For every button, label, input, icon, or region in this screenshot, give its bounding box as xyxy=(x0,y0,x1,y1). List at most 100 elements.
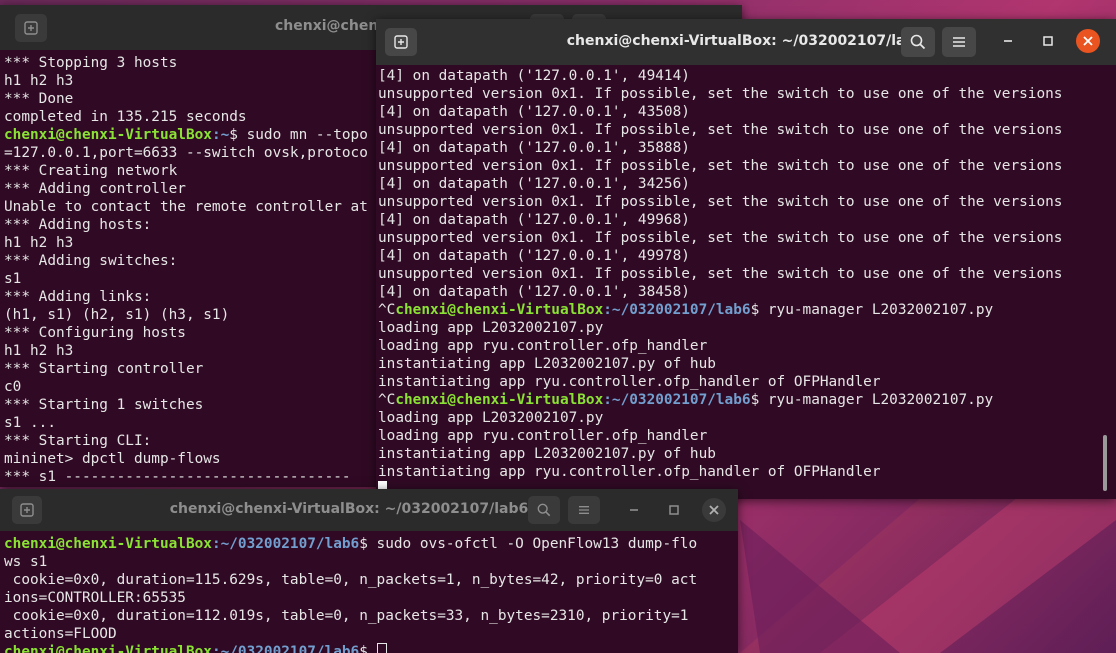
terminal-line: cookie=0x0, duration=112.019s, table=0, … xyxy=(4,607,738,625)
output-text: *** Creating network xyxy=(4,163,178,179)
prompt-user-host: chenxi@chenxi-VirtualBox xyxy=(4,644,212,653)
terminal-line: loading app L2032002107.py xyxy=(378,319,1116,337)
titlebar[interactable]: chenxi@chenxi-VirtualBox: ~/032002107/la… xyxy=(376,19,1116,65)
output-text: loading app ryu.controller.ofp_handler xyxy=(378,338,708,354)
prompt-user-host: chenxi@chenxi-VirtualBox xyxy=(395,302,604,318)
output-text: mininet> dpctl dump-flows xyxy=(4,451,221,467)
terminal-line: unsupported version 0x1. If possible, se… xyxy=(378,229,1116,247)
output-text: unsupported version 0x1. If possible, se… xyxy=(378,158,1063,174)
output-text: *** Starting 1 switches xyxy=(4,397,204,413)
new-tab-button[interactable] xyxy=(12,496,42,524)
output-text: loading app ryu.controller.ofp_handler xyxy=(378,428,708,444)
new-tab-icon xyxy=(20,503,34,517)
search-button[interactable] xyxy=(901,27,935,57)
output-text: *** Adding switches: xyxy=(4,253,178,269)
output-text: c0 xyxy=(4,379,22,395)
menu-button[interactable] xyxy=(568,496,600,524)
output-text: *** Adding hosts: xyxy=(4,217,152,233)
new-tab-icon xyxy=(394,35,408,49)
terminal-line: loading app ryu.controller.ofp_handler xyxy=(378,427,1116,445)
output-text: [4] on datapath ('127.0.0.1', 43508) xyxy=(378,104,690,120)
minimize-icon xyxy=(630,509,638,511)
output-text: (h1, s1) (h2, s1) (h3, s1) xyxy=(4,307,230,323)
terminal-line: [4] on datapath ('127.0.0.1', 43508) xyxy=(378,103,1116,121)
terminal-output[interactable]: chenxi@chenxi-VirtualBox:~/032002107/lab… xyxy=(4,535,738,653)
minimize-icon xyxy=(1004,40,1012,42)
output-text: *** s1 --------------------------------- xyxy=(4,469,351,485)
prompt-path: :~/032002107/lab6 xyxy=(603,302,751,318)
terminal-line: unsupported version 0x1. If possible, se… xyxy=(378,157,1116,175)
output-text: *** Adding links: xyxy=(4,289,152,305)
output-text: unsupported version 0x1. If possible, se… xyxy=(378,194,1063,210)
output-text: [4] on datapath ('127.0.0.1', 34256) xyxy=(378,176,690,192)
terminal-line: cookie=0x0, duration=115.629s, table=0, … xyxy=(4,571,738,589)
prompt-user-host: chenxi@chenxi-VirtualBox xyxy=(4,127,212,143)
maximize-icon xyxy=(1043,36,1053,46)
close-button[interactable] xyxy=(702,498,726,522)
terminal-line: unsupported version 0x1. If possible, se… xyxy=(378,193,1116,211)
output-text: [4] on datapath ('127.0.0.1', 49978) xyxy=(378,248,690,264)
maximize-button[interactable] xyxy=(1036,29,1060,53)
close-button[interactable] xyxy=(1076,29,1100,53)
output-text: *** Starting CLI: xyxy=(4,433,152,449)
output-text: [4] on datapath ('127.0.0.1', 38458) xyxy=(378,284,690,300)
output-text: h1 h2 h3 xyxy=(4,343,74,359)
close-icon xyxy=(1083,36,1093,46)
prompt-command: $ ryu-manager L2032002107.py xyxy=(750,392,994,408)
output-text: [4] on datapath ('127.0.0.1', 35888) xyxy=(378,140,690,156)
minimize-button[interactable] xyxy=(996,29,1020,53)
terminal-line: ^Cchenxi@chenxi-VirtualBox:~/032002107/l… xyxy=(378,301,1116,319)
output-text: *** Done xyxy=(4,91,74,107)
terminal-line: [4] on datapath ('127.0.0.1', 38458) xyxy=(378,283,1116,301)
search-icon xyxy=(537,503,551,517)
output-text: cookie=0x0, duration=112.019s, table=0, … xyxy=(4,608,689,624)
text-cursor xyxy=(376,643,387,653)
output-text: h1 h2 h3 xyxy=(4,73,74,89)
output-text: s1 xyxy=(4,271,22,287)
terminal-line: unsupported version 0x1. If possible, se… xyxy=(378,265,1116,283)
output-text: h1 h2 h3 xyxy=(4,235,74,251)
terminal-line: [4] on datapath ('127.0.0.1', 49414) xyxy=(378,67,1116,85)
output-text: [4] on datapath ('127.0.0.1', 49968) xyxy=(378,212,690,228)
output-text: instantiating app ryu.controller.ofp_han… xyxy=(378,374,881,390)
new-tab-button[interactable] xyxy=(385,28,417,56)
terminal-line: instantiating app L2032002107.py of hub xyxy=(378,355,1116,373)
output-text: instantiating app L2032002107.py of hub xyxy=(378,356,716,372)
titlebar[interactable]: chenxi@chenxi-VirtualBox: ~/032002107/la… xyxy=(0,489,738,531)
terminal-line: chenxi@chenxi-VirtualBox:~/032002107/lab… xyxy=(4,643,738,653)
prompt-command: $ xyxy=(359,644,377,653)
minimize-button[interactable] xyxy=(622,498,646,522)
output-text: *** Starting controller xyxy=(4,361,204,377)
terminal-line: instantiating app L2032002107.py of hub xyxy=(378,445,1116,463)
output-text: *** Stopping 3 hosts xyxy=(4,55,178,71)
terminal-window-ryu[interactable]: chenxi@chenxi-VirtualBox: ~/032002107/la… xyxy=(376,19,1116,499)
search-button[interactable] xyxy=(528,496,560,524)
output-text: loading app L2032002107.py xyxy=(378,410,604,426)
output-text: Unable to contact the remote controller … xyxy=(4,199,368,215)
prompt-path: :~/032002107/lab6 xyxy=(211,536,360,552)
terminal-line: loading app L2032002107.py xyxy=(378,409,1116,427)
terminal-window-ovs[interactable]: chenxi@chenxi-VirtualBox: ~/032002107/la… xyxy=(0,489,738,653)
prompt-user-host: chenxi@chenxi-VirtualBox xyxy=(395,392,604,408)
interrupt-marker: ^C xyxy=(378,302,396,318)
scrollbar-thumb[interactable] xyxy=(1103,435,1107,491)
maximize-button[interactable] xyxy=(662,498,686,522)
output-text: completed in 135.215 seconds xyxy=(4,109,247,125)
terminal-line: ^Cchenxi@chenxi-VirtualBox:~/032002107/l… xyxy=(378,391,1116,409)
output-text: loading app L2032002107.py xyxy=(378,320,604,336)
output-text: unsupported version 0x1. If possible, se… xyxy=(378,266,1063,282)
output-text: instantiating app ryu.controller.ofp_han… xyxy=(378,464,881,480)
prompt-path: :~/032002107/lab6 xyxy=(211,644,360,653)
terminal-line: chenxi@chenxi-VirtualBox:~/032002107/lab… xyxy=(4,535,738,553)
terminal-line: ws s1 xyxy=(4,553,738,571)
terminal-line: unsupported version 0x1. If possible, se… xyxy=(378,85,1116,103)
menu-button[interactable] xyxy=(942,27,976,57)
prompt-command: $ sudo mn --topo xyxy=(229,127,368,143)
output-text: actions=FLOOD xyxy=(4,626,117,642)
terminal-line: [4] on datapath ('127.0.0.1', 35888) xyxy=(378,139,1116,157)
hamburger-menu-icon xyxy=(579,506,589,514)
terminal-output[interactable]: [4] on datapath ('127.0.0.1', 49414) unsu… xyxy=(378,67,1116,499)
output-text: [4] on datapath ('127.0.0.1', 49414) xyxy=(378,68,690,84)
new-tab-button[interactable] xyxy=(15,14,47,42)
output-text: *** Adding controller xyxy=(4,181,186,197)
